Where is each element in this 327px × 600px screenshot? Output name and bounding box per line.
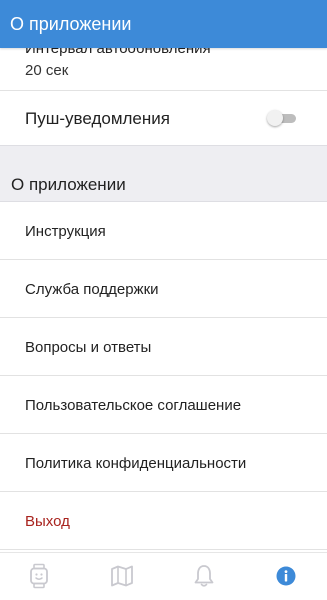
- info-icon: [276, 566, 296, 586]
- map-icon: [111, 565, 133, 587]
- tab-device[interactable]: [26, 563, 52, 589]
- tab-about[interactable]: [273, 563, 299, 589]
- watch-icon: [30, 563, 48, 589]
- push-notifications-label: Пуш-уведомления: [25, 109, 170, 128]
- tab-map[interactable]: [109, 563, 135, 589]
- menu-item-faq[interactable]: Вопросы и ответы: [0, 318, 327, 376]
- menu-item-logout[interactable]: Выход: [0, 492, 327, 550]
- menu-item-label: Выход: [25, 513, 70, 530]
- menu-item-label: Политика конфиденциальности: [25, 455, 247, 472]
- menu-item-instructions[interactable]: Инструкция: [0, 202, 327, 260]
- menu-item-user-agreement[interactable]: Пользовательское соглашение: [0, 376, 327, 434]
- tab-notifications[interactable]: [191, 563, 217, 589]
- menu-item-label: Инструкция: [25, 223, 106, 240]
- page-title: О приложении: [10, 14, 132, 34]
- toggle-knob: [267, 110, 283, 126]
- menu-item-label: Пользовательское соглашение: [25, 397, 242, 414]
- push-notifications-row: Пуш-уведомления: [0, 91, 327, 145]
- menu-item-support[interactable]: Служба поддержки: [0, 260, 327, 318]
- about-section-title: О приложении: [11, 175, 126, 194]
- menu-item-label: Служба поддержки: [25, 281, 159, 298]
- app-header: О приложении: [0, 0, 327, 48]
- refresh-interval-value: 20 сек: [25, 62, 69, 79]
- menu-item-privacy-policy[interactable]: Политика конфиденциальности: [0, 434, 327, 492]
- menu-item-label: Вопросы и ответы: [25, 339, 152, 356]
- bell-icon: [194, 565, 214, 587]
- about-section-header: О приложении: [0, 145, 327, 202]
- bottom-tab-bar: [0, 552, 327, 600]
- settings-content: Интервал автообновления 20 сек Пуш-уведо…: [0, 0, 327, 552]
- push-notifications-toggle[interactable]: [267, 110, 296, 126]
